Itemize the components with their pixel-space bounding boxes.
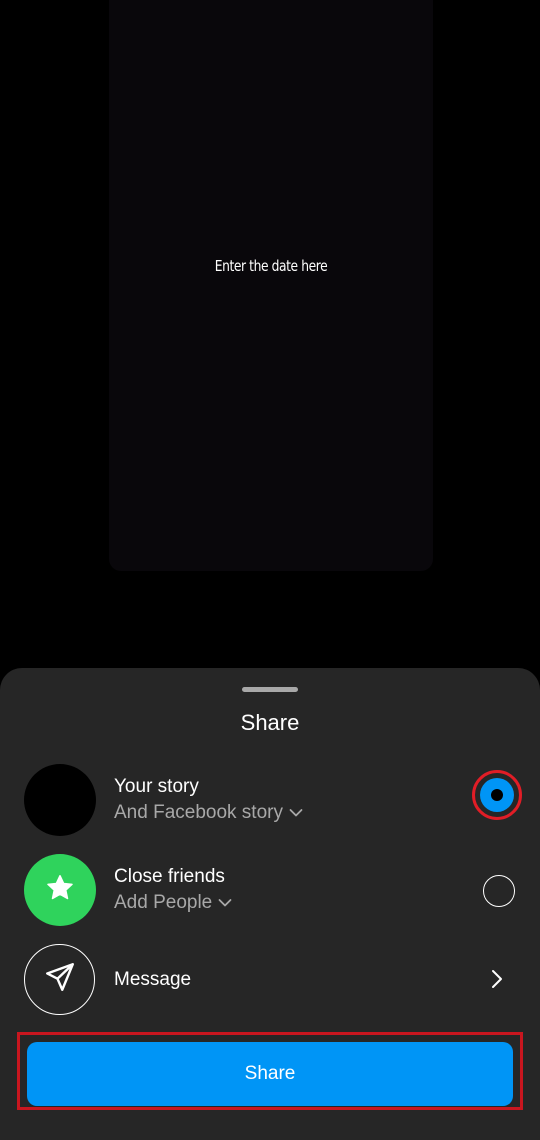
message-avatar xyxy=(24,944,95,1015)
paper-plane-icon xyxy=(43,960,77,999)
story-text[interactable]: Enter the date here xyxy=(138,257,404,275)
chevron-right-icon[interactable] xyxy=(490,968,504,995)
option-message[interactable]: Message xyxy=(0,944,540,1030)
option-title: Message xyxy=(114,969,192,990)
selection-highlight xyxy=(472,770,522,820)
sheet-title: Share xyxy=(240,710,300,735)
share-bottom-sheet: Share Your story And Facebook story Clos… xyxy=(0,668,540,1140)
close-friends-radio[interactable] xyxy=(483,875,515,907)
facebook-story-toggle[interactable]: And Facebook story xyxy=(114,802,303,824)
share-screen: Enter the date here Share Your story And… xyxy=(0,0,540,1140)
drag-handle[interactable] xyxy=(242,687,298,692)
chevron-down-icon xyxy=(289,802,303,824)
option-title: Close friends xyxy=(114,866,225,887)
radio-dot xyxy=(491,789,503,801)
share-button-highlight: Share xyxy=(17,1032,523,1110)
your-story-radio[interactable] xyxy=(480,778,514,812)
star-icon xyxy=(45,873,75,908)
option-close-friends[interactable]: Close friends Add People xyxy=(0,854,540,940)
share-button[interactable]: Share xyxy=(27,1042,513,1106)
option-subtitle: Add People xyxy=(114,892,213,913)
chevron-down-icon xyxy=(218,892,232,914)
option-title: Your story xyxy=(114,776,199,797)
avatar xyxy=(24,764,96,836)
story-preview: Enter the date here xyxy=(109,0,433,571)
option-subtitle: And Facebook story xyxy=(114,802,283,823)
option-your-story[interactable]: Your story And Facebook story xyxy=(0,764,540,850)
add-people-button[interactable]: Add People xyxy=(114,892,232,914)
close-friends-avatar xyxy=(24,854,96,926)
